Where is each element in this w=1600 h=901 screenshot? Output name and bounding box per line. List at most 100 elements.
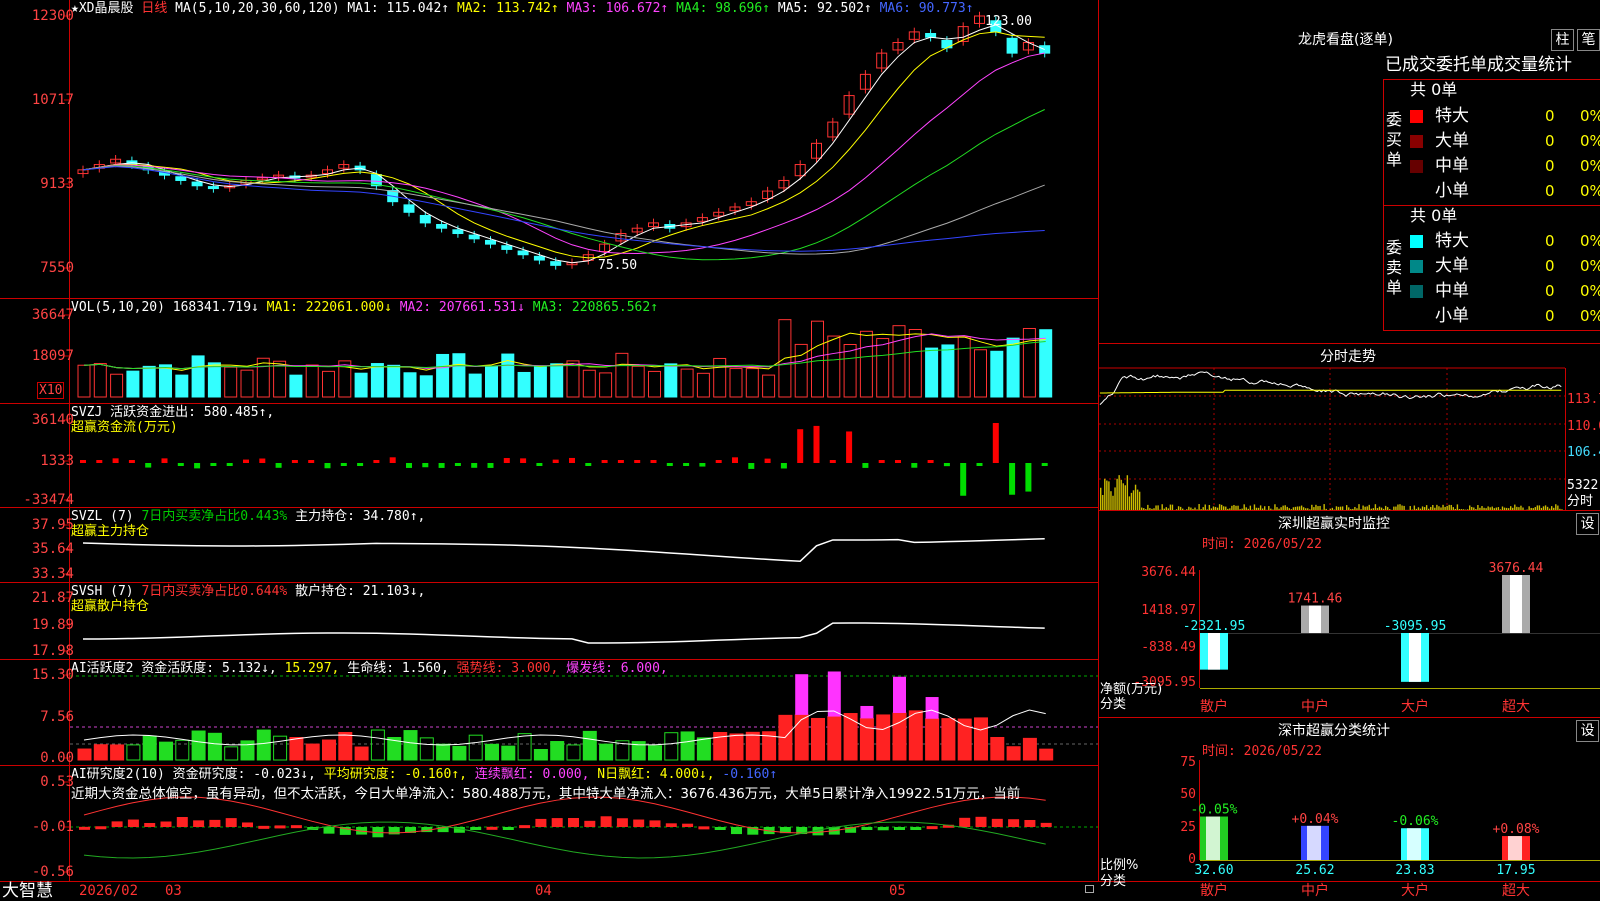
ratio-value-label: 17.95 <box>1496 863 1535 878</box>
sz-monitor-tick: -838.49 <box>1130 640 1196 656</box>
candle <box>192 182 202 186</box>
intraday-volume-bar <box>1387 507 1388 510</box>
flow-bar <box>80 460 86 463</box>
sz-stats-time: 时间: 2026/05/22 <box>1202 744 1322 760</box>
candle <box>551 262 561 266</box>
intraday-volume-bar <box>1110 491 1111 510</box>
intraday-volume-bar <box>1348 507 1349 510</box>
intraday-volume-bar <box>1172 505 1173 510</box>
bar-mode-button[interactable]: 柱 <box>1551 29 1574 51</box>
intraday-volume-bar <box>1434 508 1435 510</box>
sz-stats-xlabel: 分类 <box>1100 874 1126 890</box>
activity-burst-bar <box>893 677 906 713</box>
intraday-volume-bar <box>1276 507 1277 510</box>
date-start: 2026/02 <box>79 883 138 899</box>
intraday-volume-bar <box>1123 483 1124 510</box>
activity-bar <box>877 715 890 760</box>
flow-bar <box>357 463 363 466</box>
stock-name[interactable]: ★XD晶晨股 <box>71 1 133 16</box>
intraday-volume-bar <box>1494 508 1495 510</box>
sz-monitor-xlabel: 分类 <box>1100 697 1126 713</box>
intraday-volume-bar <box>1397 505 1398 510</box>
svzl-tick: 35.64 <box>32 541 74 557</box>
research-bar <box>291 825 302 828</box>
order-size-label: 大单 <box>1435 130 1469 152</box>
price-tick: 7550 <box>40 260 74 276</box>
intraday-volume-bar <box>1221 505 1222 510</box>
intraday-volume-bar <box>1305 508 1306 510</box>
order-row: 中单00% <box>1408 280 1600 302</box>
flow-bar <box>765 459 771 463</box>
sz-monitor-settings-button[interactable]: 设 <box>1576 513 1599 535</box>
intraday-volume-bar <box>1418 507 1419 510</box>
intraday-volume-bar <box>1459 509 1460 510</box>
flow-bar <box>977 463 983 466</box>
lock-icon[interactable] <box>1085 885 1094 893</box>
ai2-avg: 平均研究度: -0.160↑, <box>324 767 467 782</box>
category-label: 大户 <box>1401 698 1429 715</box>
activity-bar <box>290 738 303 760</box>
volume-bar <box>958 337 970 397</box>
intraday-volume-bar <box>1106 481 1107 510</box>
month-label: 03 <box>165 883 182 899</box>
intraday-volume-bar <box>1131 493 1132 510</box>
ai1-lifeline: 生命线: 1.560, <box>347 661 449 676</box>
flow-bar <box>325 463 331 468</box>
flow-bar <box>716 460 722 463</box>
research-bar <box>992 819 1003 827</box>
flow-bar <box>341 463 347 466</box>
intraday-volume-bar <box>1182 509 1183 510</box>
flow-bar <box>162 458 168 463</box>
vol-label: VOL(5,10,20) <box>71 300 165 315</box>
intraday-volume-bar <box>1547 507 1548 510</box>
activity-bar <box>1040 749 1053 760</box>
intraday-volume-bar <box>1332 508 1333 510</box>
intraday-volume-bar <box>1248 509 1249 510</box>
color-swatch <box>1410 235 1423 248</box>
activity-bar <box>420 738 433 760</box>
category-label: 超大 <box>1502 883 1530 899</box>
candle <box>469 235 479 239</box>
intraday-volume-bar <box>1506 508 1507 510</box>
vol-value: 168341.719↓ <box>173 300 259 315</box>
intraday-volume-bar <box>1533 508 1534 510</box>
intraday-volume-bar <box>1383 509 1384 510</box>
flow-bar <box>569 458 575 463</box>
flow-bar <box>308 460 314 463</box>
vol-tick: 36647 <box>32 307 74 323</box>
color-swatch <box>1410 285 1423 298</box>
intraday-price-line <box>1100 372 1561 405</box>
ratio-bar-highlight <box>1508 836 1522 860</box>
sz-stats-settings-button[interactable]: 设 <box>1576 720 1599 742</box>
intraday-volume-bar <box>1311 505 1312 510</box>
intraday-volume-bar <box>1135 485 1136 510</box>
flow-bar <box>145 463 151 468</box>
intraday-price: 106.4 <box>1567 445 1600 461</box>
ma1-value: MA1: 115.042↑ <box>347 1 449 16</box>
intraday-volume-bar <box>1416 509 1417 510</box>
intraday-volume-bar <box>1287 507 1288 510</box>
intraday-volume-bar <box>1317 506 1318 510</box>
tick-mode-button[interactable]: 笔 <box>1577 29 1600 51</box>
lhb-tab-title[interactable]: 已成交委托单成交量统计 <box>1385 55 1572 75</box>
intraday-volume-bar <box>1481 506 1482 510</box>
research-bar <box>878 827 889 830</box>
order-size-label: 中单 <box>1435 280 1469 302</box>
intraday-volume-bar <box>1483 508 1484 510</box>
intraday-volume-bar <box>1561 509 1562 510</box>
intraday-volume-bar <box>1496 508 1497 510</box>
research-bar <box>209 820 220 827</box>
volume-bar <box>208 363 220 397</box>
period-label[interactable]: 日线 <box>141 1 167 16</box>
svzj-tick: 1333 <box>40 453 74 469</box>
order-size-label: 中单 <box>1435 155 1469 177</box>
research-bar <box>584 821 595 827</box>
research-bar <box>715 827 726 830</box>
volume-bar <box>844 345 856 397</box>
intraday-volume-bar <box>1188 507 1189 510</box>
activity-bar <box>486 744 499 760</box>
ai2-consec: 连续飘红: 0.000, <box>475 767 590 782</box>
volume-bar <box>909 329 921 397</box>
activity-bar <box>1023 738 1036 760</box>
intraday-volume-bar <box>1350 509 1351 510</box>
